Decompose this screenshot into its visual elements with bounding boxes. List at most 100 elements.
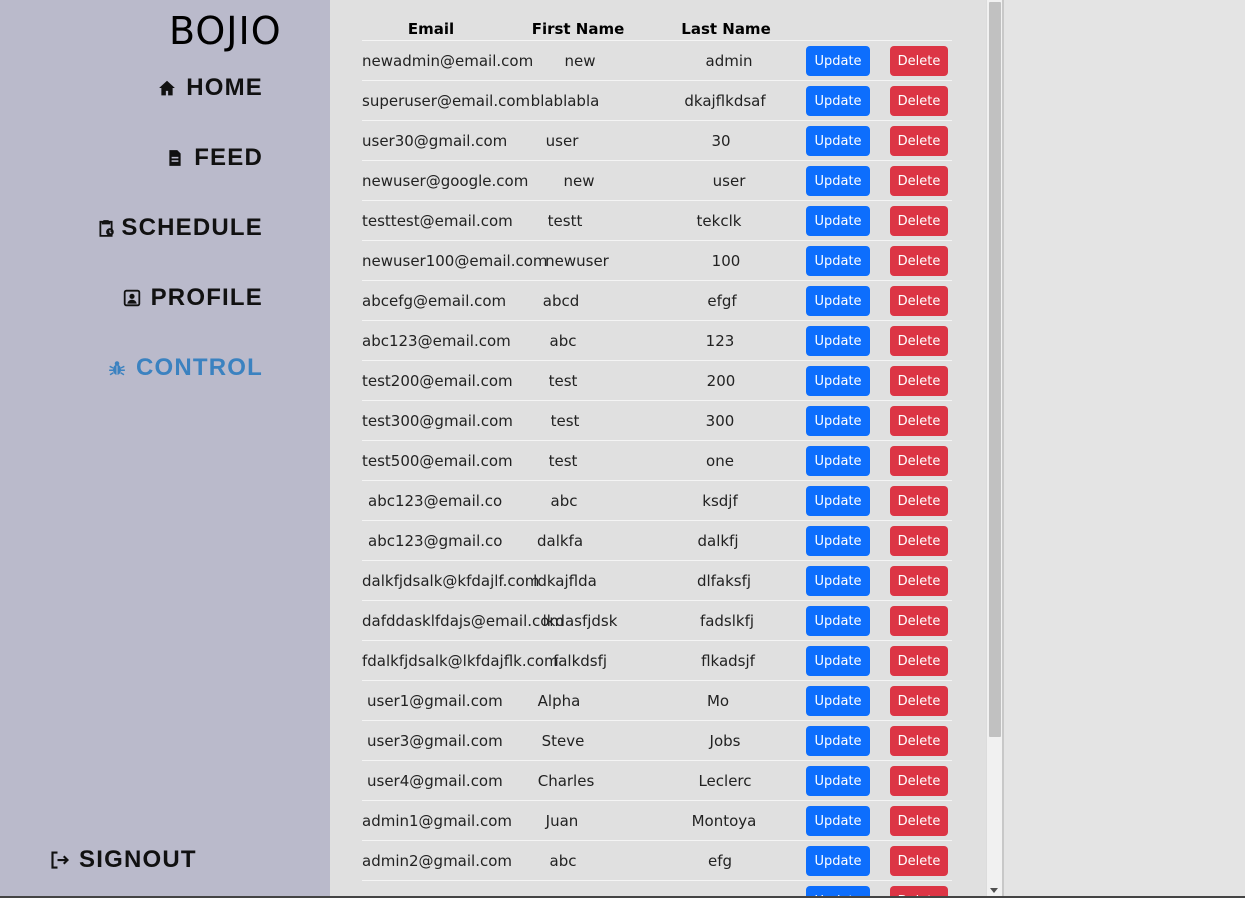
delete-button[interactable]: Delete bbox=[890, 566, 948, 596]
update-button[interactable]: Update bbox=[806, 286, 870, 316]
table-row: superuser@email.com blablabla dkajflkdsaf U… bbox=[362, 81, 952, 121]
cell-first-name: new bbox=[563, 172, 595, 190]
update-button[interactable]: Update bbox=[806, 446, 870, 476]
table-row: testtest@email.com testt tekclk Update Delet… bbox=[362, 201, 952, 241]
clipboard-clock-icon bbox=[97, 219, 115, 237]
cell-first-name: Steve bbox=[541, 732, 585, 750]
cell-first-name: falkdsfj bbox=[552, 652, 608, 670]
table-header: Email First Name Last Name bbox=[362, 0, 952, 41]
users-table: Email First Name Last Name newadmin@emai… bbox=[362, 0, 952, 898]
update-button[interactable]: Update bbox=[806, 566, 870, 596]
home-icon bbox=[158, 79, 176, 97]
document-icon bbox=[166, 149, 184, 167]
delete-button[interactable]: Delete bbox=[890, 126, 948, 156]
scrollbar-thumb[interactable] bbox=[989, 2, 1001, 737]
cell-email: dalkfjdsalk@kfdajlf.com bbox=[362, 572, 540, 590]
delete-button[interactable]: Delete bbox=[890, 606, 948, 636]
update-button[interactable]: Update bbox=[806, 166, 870, 196]
table-row: fdalkfjdsalk@lkfdajflk.com falkdsfj flkads… bbox=[362, 641, 952, 681]
update-button[interactable]: Update bbox=[806, 686, 870, 716]
delete-button[interactable]: Delete bbox=[890, 446, 948, 476]
cell-first-name: test bbox=[548, 372, 578, 390]
delete-button[interactable]: Delete bbox=[890, 46, 948, 76]
delete-button[interactable]: Delete bbox=[890, 246, 948, 276]
update-button[interactable]: Update bbox=[806, 86, 870, 116]
delete-button[interactable]: Delete bbox=[890, 86, 948, 116]
cell-email: dafddasklfdajs@email.com bbox=[362, 612, 565, 630]
update-button[interactable]: Update bbox=[806, 806, 870, 836]
delete-button[interactable]: Delete bbox=[890, 766, 948, 796]
cell-last-name: admin bbox=[705, 52, 753, 70]
nav-item-control[interactable]: CONTROL bbox=[108, 354, 263, 382]
update-button[interactable]: Update bbox=[806, 366, 870, 396]
delete-button[interactable]: Delete bbox=[890, 686, 948, 716]
table-row: dalkfjdsalk@kfdajlf.com ldkajflda dlfaksfj… bbox=[362, 561, 952, 601]
signout-button[interactable]: SIGNOUT bbox=[50, 846, 197, 874]
delete-button[interactable]: Delete bbox=[890, 526, 948, 556]
cell-first-name: testt bbox=[547, 212, 583, 230]
cell-last-name: 30 bbox=[711, 132, 731, 150]
delete-button[interactable]: Delete bbox=[890, 646, 948, 676]
cell-email: abcefg@email.com bbox=[362, 292, 507, 310]
cell-first-name: newuser bbox=[545, 252, 609, 270]
cell-last-name: dalkfj bbox=[697, 532, 739, 550]
update-button[interactable]: Update bbox=[806, 846, 870, 876]
table-row: user4@gmail.com Charles Leclerc Update Delet… bbox=[362, 761, 952, 801]
header-email: Email bbox=[407, 20, 455, 38]
cell-email: test200@email.com bbox=[362, 372, 513, 390]
delete-button[interactable]: Delete bbox=[890, 286, 948, 316]
vertical-scrollbar[interactable] bbox=[986, 0, 1002, 898]
update-button[interactable]: Update bbox=[806, 646, 870, 676]
delete-button[interactable]: Delete bbox=[890, 486, 948, 516]
header-last-name: Last Name bbox=[681, 20, 771, 38]
nav-item-label: FEED bbox=[194, 144, 263, 171]
delete-button[interactable]: Delete bbox=[890, 166, 948, 196]
cell-first-name: test bbox=[550, 412, 580, 430]
cell-email: user3@gmail.com bbox=[367, 732, 503, 750]
delete-button[interactable]: Delete bbox=[890, 366, 948, 396]
update-button[interactable]: Update bbox=[806, 726, 870, 756]
table-row: test300@gmail.com test 300 Update Delete bbox=[362, 401, 952, 441]
cell-last-name: 300 bbox=[705, 412, 735, 430]
cell-first-name: abcd bbox=[542, 292, 580, 310]
update-button[interactable]: Update bbox=[806, 126, 870, 156]
person-badge-icon bbox=[123, 289, 141, 307]
cell-email: test300@gmail.com bbox=[362, 412, 513, 430]
table-row: user30@gmail.com user 30 Update Delete bbox=[362, 121, 952, 161]
delete-button[interactable]: Delete bbox=[890, 206, 948, 236]
right-pane bbox=[1004, 0, 1245, 898]
cell-last-name: flkadsjf bbox=[701, 652, 755, 670]
update-button[interactable]: Update bbox=[806, 526, 870, 556]
table-row: abc123@gmail.co dalkfa dalkfj Update Delete bbox=[362, 521, 952, 561]
cell-first-name: test bbox=[548, 452, 578, 470]
cell-email: newuser100@email.com bbox=[362, 252, 548, 270]
cell-last-name: 100 bbox=[711, 252, 741, 270]
update-button[interactable]: Update bbox=[806, 486, 870, 516]
delete-button[interactable]: Delete bbox=[890, 406, 948, 436]
nav-item-profile[interactable]: PROFILE bbox=[123, 284, 263, 312]
delete-button[interactable]: Delete bbox=[890, 846, 948, 876]
delete-button[interactable]: Delete bbox=[890, 726, 948, 756]
update-button[interactable]: Update bbox=[806, 46, 870, 76]
nav-item-home[interactable]: HOME bbox=[158, 74, 263, 102]
update-button[interactable]: Update bbox=[806, 406, 870, 436]
delete-button[interactable]: Delete bbox=[890, 326, 948, 356]
update-button[interactable]: Update bbox=[806, 766, 870, 796]
nav-item-schedule[interactable]: SCHEDULE bbox=[97, 214, 263, 242]
table-row: newuser@google.com new user Update Delete bbox=[362, 161, 952, 201]
update-button[interactable]: Update bbox=[806, 246, 870, 276]
nav-item-feed[interactable]: FEED bbox=[166, 144, 263, 172]
delete-button[interactable]: Delete bbox=[890, 806, 948, 836]
table-body: newadmin@email.com new admin Update Delete su… bbox=[362, 41, 952, 898]
cell-last-name: dkajflkdsaf bbox=[684, 92, 766, 110]
table-row: user3@gmail.com Steve Jobs Update Delete bbox=[362, 721, 952, 761]
table-row: abc123@email.co abc ksdjf Update Delete bbox=[362, 481, 952, 521]
update-button[interactable]: Update bbox=[806, 206, 870, 236]
scroll-down-arrow-icon[interactable] bbox=[990, 888, 998, 893]
cell-last-name: Mo bbox=[706, 692, 730, 710]
cell-email: test500@email.com bbox=[362, 452, 513, 470]
table-row: abc123@email.com abc 123 Update Delete bbox=[362, 321, 952, 361]
update-button[interactable]: Update bbox=[806, 606, 870, 636]
table-row: user1@gmail.com Alpha Mo Update Delete bbox=[362, 681, 952, 721]
update-button[interactable]: Update bbox=[806, 326, 870, 356]
